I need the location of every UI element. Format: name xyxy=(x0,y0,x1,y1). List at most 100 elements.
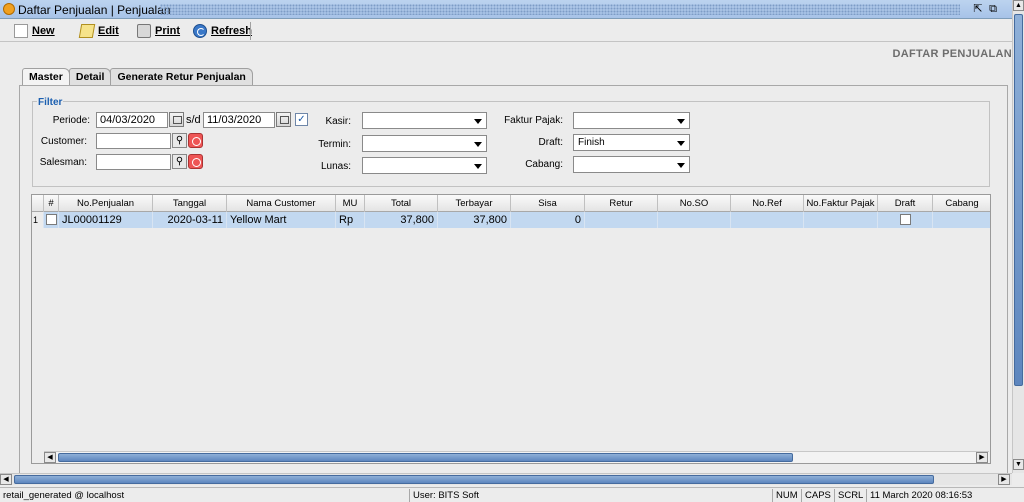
scrollbar-thumb[interactable] xyxy=(1014,14,1023,386)
column-header[interactable]: Nama Customer xyxy=(227,195,336,212)
cell-mu[interactable]: Rp xyxy=(336,212,365,228)
cell-cabang[interactable] xyxy=(933,212,990,228)
page-heading: DAFTAR PENJUALAN xyxy=(892,48,1012,60)
periode-label: Periode: xyxy=(52,115,90,126)
scrollbar-thumb[interactable] xyxy=(58,453,793,462)
column-header[interactable]: No.Faktur Pajak xyxy=(804,195,878,212)
row-number: 1 xyxy=(32,212,44,228)
cell-no-penjualan[interactable]: JL00001129 xyxy=(59,212,153,228)
window-horizontal-scrollbar[interactable]: ◀ ▶ xyxy=(0,473,1012,485)
column-header[interactable]: Retur xyxy=(585,195,658,212)
refresh-button[interactable]: Refresh xyxy=(189,22,256,40)
column-header[interactable]: Total xyxy=(365,195,438,212)
cell-no-so[interactable] xyxy=(658,212,731,228)
scroll-up-icon[interactable]: ▲ xyxy=(1013,0,1024,11)
status-num: NUM xyxy=(772,489,801,502)
toolbar: New Edit Print Refresh xyxy=(0,20,1024,42)
printer-icon xyxy=(137,24,151,38)
scroll-right-icon[interactable]: ▶ xyxy=(976,452,988,463)
row-select-checkbox[interactable] xyxy=(44,212,59,228)
edit-button[interactable]: Edit xyxy=(76,22,123,40)
table-horizontal-scrollbar[interactable]: ◀ ▶ xyxy=(44,451,989,463)
refresh-icon xyxy=(193,24,207,38)
search-icon[interactable]: ⚲ xyxy=(172,133,187,148)
draft-checkbox[interactable] xyxy=(899,214,911,225)
cell-total[interactable]: 37,800 xyxy=(365,212,438,228)
periode-sd-label: s/d xyxy=(186,114,201,126)
cell-no-ref[interactable] xyxy=(731,212,804,228)
column-header[interactable]: MU xyxy=(336,195,365,212)
status-scrl: SCRL xyxy=(834,489,866,502)
salesman-field[interactable] xyxy=(96,154,171,170)
status-bar: retail_generated @ localhost User: BITS … xyxy=(0,487,1024,502)
termin-select[interactable] xyxy=(362,135,487,152)
clear-icon[interactable] xyxy=(188,154,203,169)
window-title: Daftar Penjualan | Penjualan xyxy=(18,3,171,17)
periode-from-field[interactable]: 04/03/2020 xyxy=(96,112,168,128)
tab-generate-retur[interactable]: Generate Retur Penjualan xyxy=(110,68,253,86)
calendar-icon[interactable] xyxy=(169,112,184,127)
lunas-label: Lunas: xyxy=(320,161,351,172)
minimize-icon[interactable]: ⇱ xyxy=(971,2,985,16)
cell-retur[interactable] xyxy=(585,212,658,228)
termin-label: Termin: xyxy=(318,139,351,150)
lunas-select[interactable] xyxy=(362,157,487,174)
customer-field[interactable] xyxy=(96,133,171,149)
kasir-select[interactable] xyxy=(362,112,487,129)
scroll-left-icon[interactable]: ◀ xyxy=(44,452,56,463)
table-row[interactable]: 1 JL00001129 2020-03-11 Yellow Mart Rp 3… xyxy=(32,212,990,228)
window-titlebar: Daftar Penjualan | Penjualan ⇱ ⧉ xyxy=(0,0,1024,19)
clear-icon[interactable] xyxy=(188,133,203,148)
scroll-left-icon[interactable]: ◀ xyxy=(0,474,12,485)
tab-bar: Master Detail Generate Retur Penjualan xyxy=(22,68,253,87)
column-header[interactable]: Tanggal xyxy=(153,195,227,212)
new-icon xyxy=(14,24,28,38)
cabang-select[interactable] xyxy=(573,156,690,173)
sales-table: # No.Penjualan Tanggal Nama Customer MU … xyxy=(31,194,991,464)
status-datetime: 11 March 2020 08:16:53 xyxy=(866,489,975,502)
window-vertical-scrollbar[interactable]: ▲ ▼ xyxy=(1012,0,1024,473)
column-header[interactable]: Draft xyxy=(878,195,933,212)
salesman-label: Salesman: xyxy=(39,157,87,168)
column-header[interactable]: No.Ref xyxy=(731,195,804,212)
cell-terbayar[interactable]: 37,800 xyxy=(438,212,511,228)
kasir-label: Kasir: xyxy=(325,116,351,127)
scroll-down-icon[interactable]: ▼ xyxy=(1013,459,1024,470)
new-button[interactable]: New xyxy=(10,22,59,40)
print-button[interactable]: Print xyxy=(133,22,184,40)
cell-nama-customer[interactable]: Yellow Mart xyxy=(227,212,336,228)
new-label: New xyxy=(32,25,55,37)
search-icon[interactable]: ⚲ xyxy=(172,154,187,169)
draft-label: Draft: xyxy=(538,137,563,148)
chevron-down-icon xyxy=(474,142,482,147)
cell-tanggal[interactable]: 2020-03-11 xyxy=(153,212,227,228)
print-label: Print xyxy=(155,25,181,37)
draft-select[interactable]: Finish xyxy=(573,134,690,151)
column-header[interactable]: # xyxy=(44,195,59,212)
column-header[interactable]: Cabang xyxy=(933,195,990,212)
periode-to-field[interactable]: 11/03/2020 xyxy=(203,112,275,128)
app-icon xyxy=(3,3,15,15)
scrollbar-thumb[interactable] xyxy=(14,475,934,484)
titlebar-pattern xyxy=(160,4,960,15)
maximize-icon[interactable]: ⧉ xyxy=(986,2,1000,16)
draft-value: Finish xyxy=(578,137,605,148)
cell-sisa[interactable]: 0 xyxy=(511,212,585,228)
faktur-pajak-label: Faktur Pajak: xyxy=(504,115,563,126)
column-header[interactable]: Terbayar xyxy=(438,195,511,212)
status-user: User: BITS Soft xyxy=(409,489,482,502)
chevron-down-icon xyxy=(474,119,482,124)
scroll-right-icon[interactable]: ▶ xyxy=(998,474,1010,485)
chevron-down-icon xyxy=(474,164,482,169)
table-header: # No.Penjualan Tanggal Nama Customer MU … xyxy=(32,195,990,212)
edit-icon xyxy=(78,24,96,38)
cell-draft[interactable] xyxy=(878,212,933,228)
column-header[interactable]: No.SO xyxy=(658,195,731,212)
column-header[interactable]: Sisa xyxy=(511,195,585,212)
column-header[interactable]: No.Penjualan xyxy=(59,195,153,212)
faktur-pajak-select[interactable] xyxy=(573,112,690,129)
cell-no-faktur-pajak[interactable] xyxy=(804,212,878,228)
tab-detail[interactable]: Detail xyxy=(68,68,112,86)
calendar-icon[interactable] xyxy=(276,112,291,127)
chevron-down-icon xyxy=(677,163,685,168)
